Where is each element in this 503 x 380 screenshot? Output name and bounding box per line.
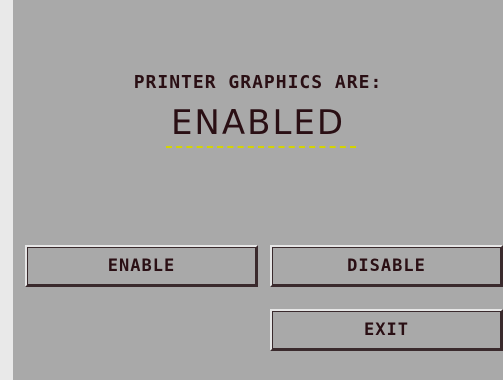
status-display: ENABLED (13, 106, 503, 140)
status-value: ENABLED (170, 103, 346, 143)
enable-button[interactable]: ENABLE (25, 245, 258, 287)
disable-button[interactable]: DISABLE (270, 245, 503, 287)
exit-button[interactable]: EXIT (270, 309, 503, 351)
printer-graphics-screen: PRINTER GRAPHICS ARE: ENABLED ENABLE DIS… (13, 0, 503, 380)
page-title: PRINTER GRAPHICS ARE: (133, 72, 383, 93)
status-underline (166, 146, 356, 150)
